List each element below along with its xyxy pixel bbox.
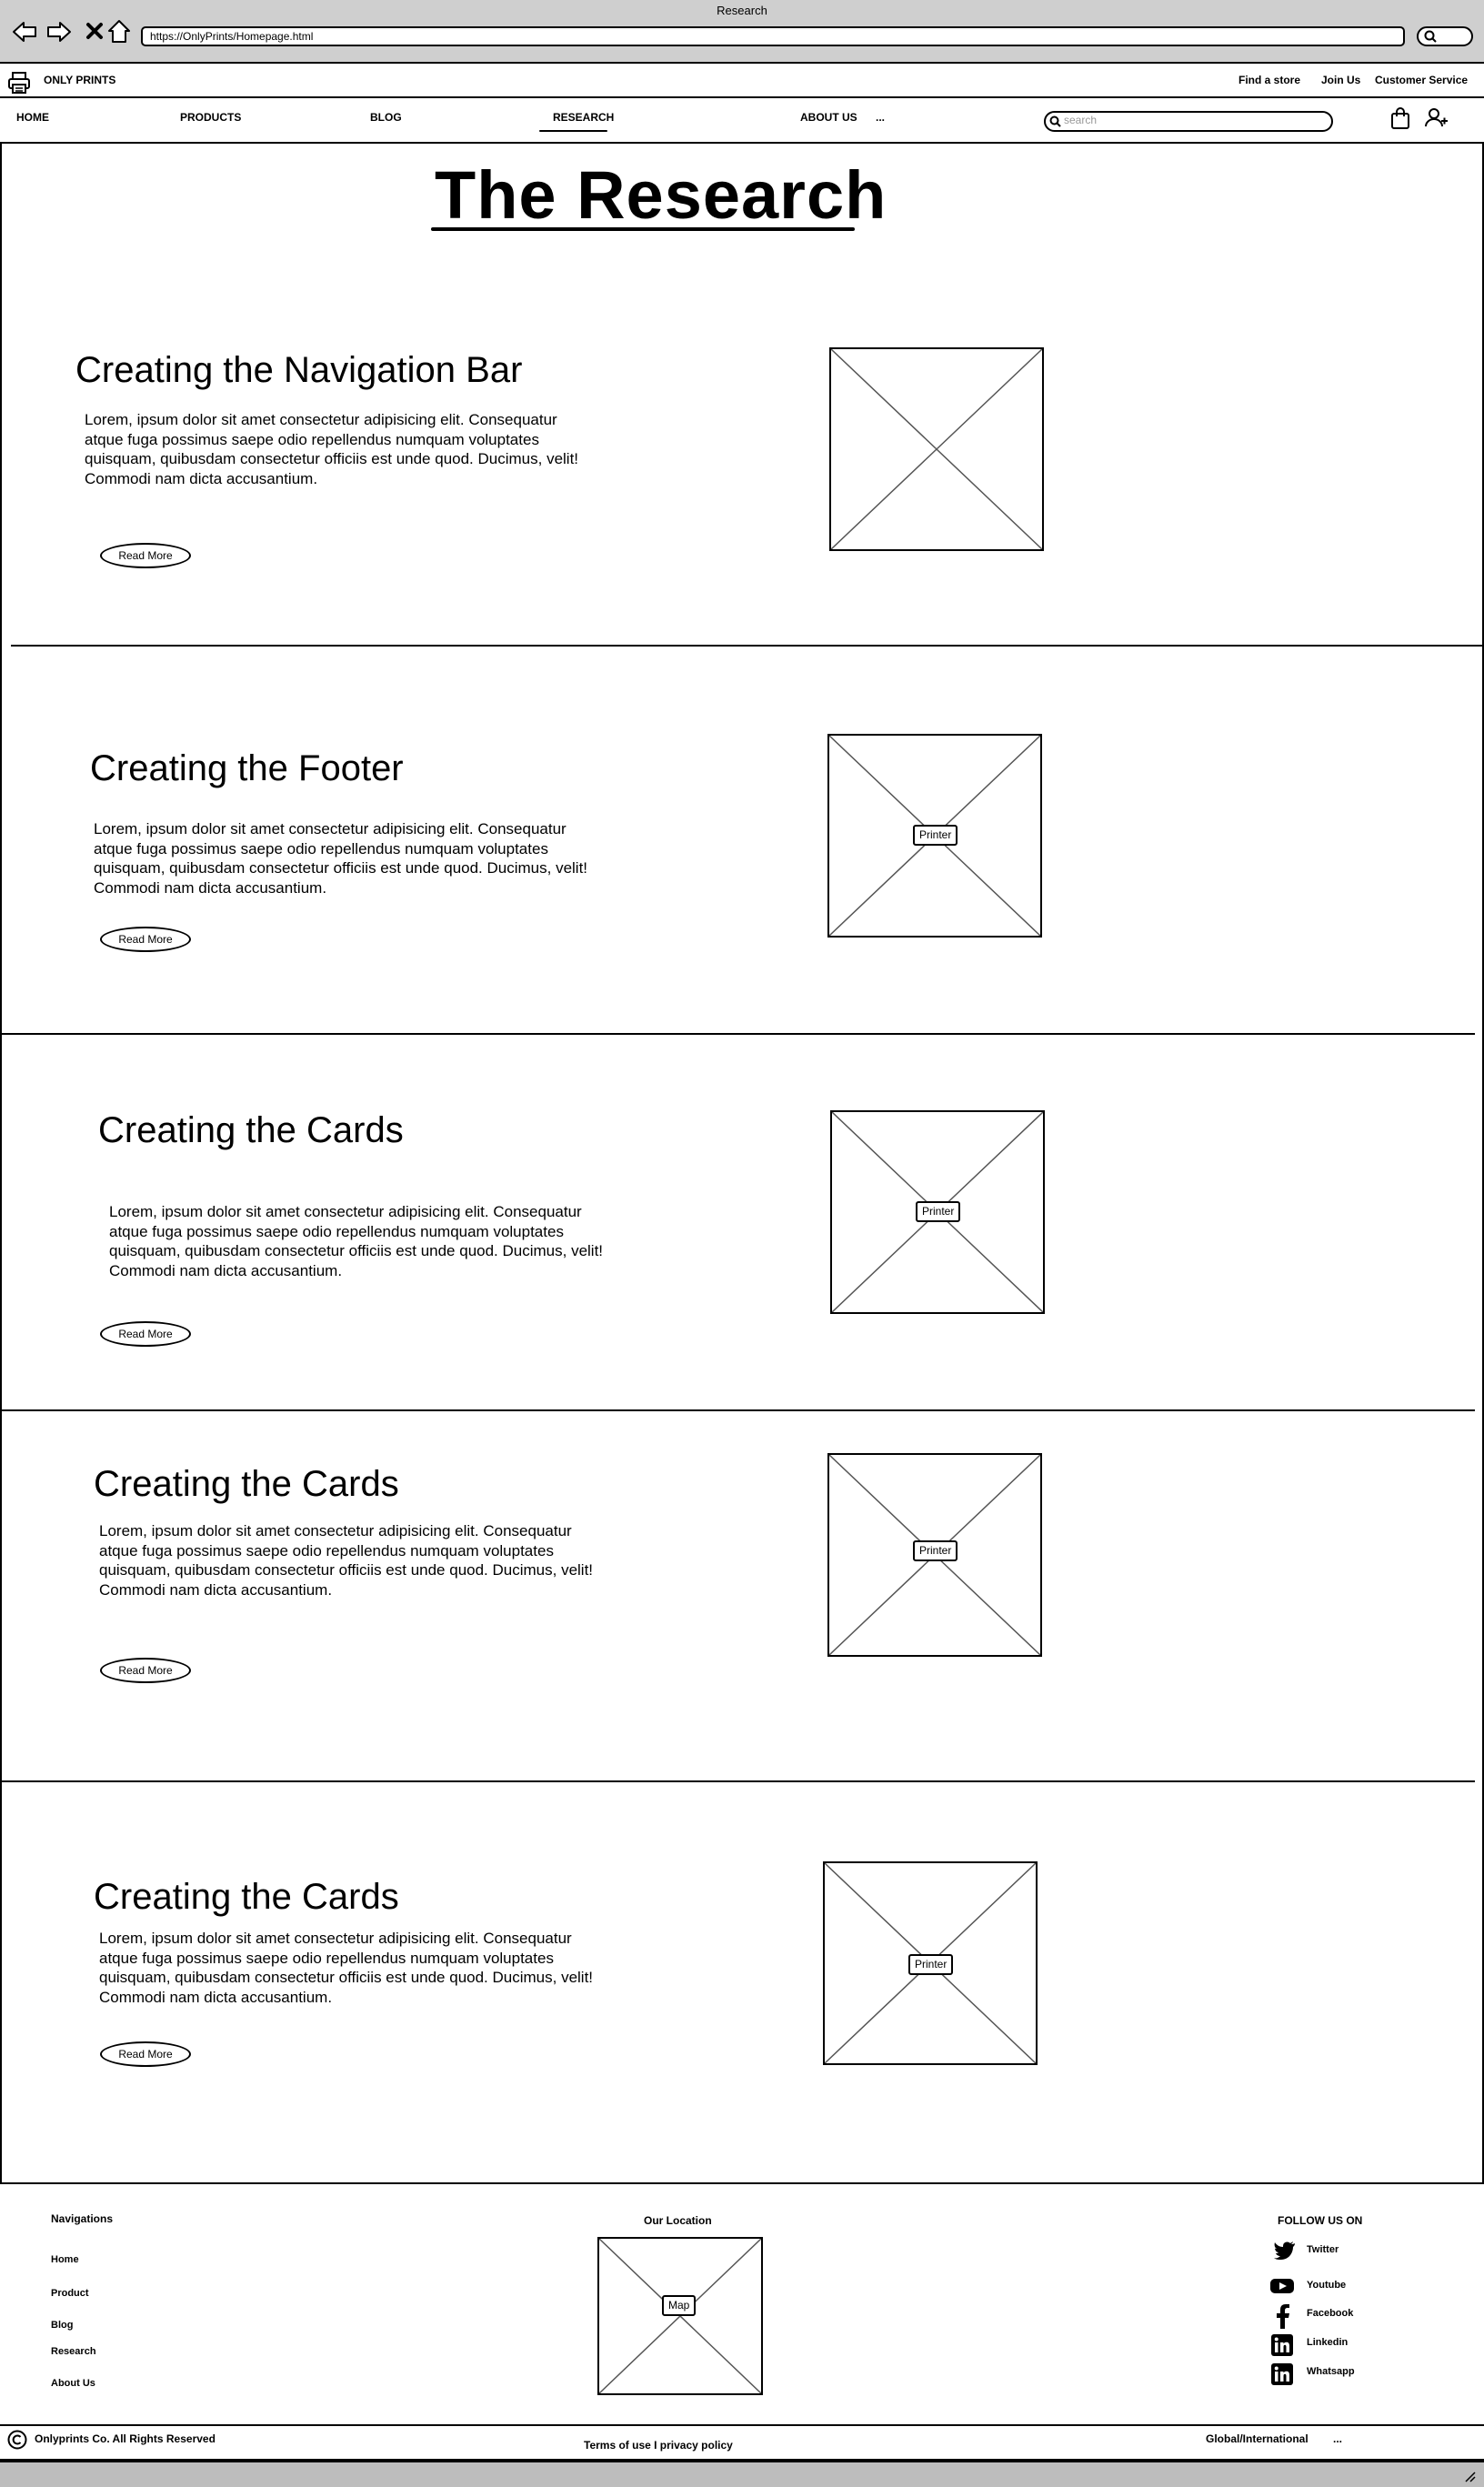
nav-active-underline bbox=[539, 130, 607, 132]
account-icon[interactable] bbox=[1424, 106, 1449, 130]
social-label-linkedin[interactable]: Linkedin bbox=[1307, 2337, 1348, 2348]
facebook-icon[interactable] bbox=[1273, 2303, 1293, 2329]
join-us-link[interactable]: Join Us bbox=[1321, 74, 1360, 86]
window-title: Research bbox=[717, 4, 767, 17]
section-divider bbox=[0, 1409, 1475, 1411]
linkedin-icon[interactable] bbox=[1271, 2334, 1293, 2356]
section-title: Creating the Cards bbox=[94, 1464, 399, 1504]
image-placeholder: Printer bbox=[827, 1453, 1042, 1657]
social-label-youtube[interactable]: Youtube bbox=[1307, 2280, 1346, 2291]
footer-nav-heading: Navigations bbox=[51, 2212, 114, 2225]
image-placeholder: Printer bbox=[823, 1861, 1038, 2065]
search-icon bbox=[1049, 115, 1061, 127]
back-icon[interactable] bbox=[11, 18, 38, 45]
image-placeholder: Printer bbox=[830, 1110, 1045, 1314]
printer-logo-icon[interactable] bbox=[7, 71, 31, 95]
section-divider bbox=[11, 645, 1484, 647]
section-body: Lorem, ipsum dolor sit amet consectetur … bbox=[94, 820, 588, 897]
section-title: Creating the Navigation Bar bbox=[75, 350, 523, 390]
footer-link-product[interactable]: Product bbox=[51, 2288, 89, 2299]
nav-item-research[interactable]: RESEARCH bbox=[553, 111, 614, 124]
copyright-text: Onlyprints Co. All Rights Reserved bbox=[35, 2432, 216, 2445]
read-more-button[interactable]: Read More bbox=[100, 1658, 191, 1683]
nav-more-menu[interactable]: ... bbox=[876, 111, 885, 124]
section-divider bbox=[0, 1780, 1475, 1782]
forward-icon[interactable] bbox=[45, 18, 73, 45]
read-more-button[interactable]: Read More bbox=[100, 2041, 191, 2067]
find-store-link[interactable]: Find a store bbox=[1238, 74, 1300, 86]
page-title: The Research bbox=[435, 157, 887, 233]
footer-link-research[interactable]: Research bbox=[51, 2346, 96, 2357]
search-placeholder: search bbox=[1064, 114, 1098, 126]
linkedin-icon[interactable] bbox=[1271, 2363, 1293, 2385]
nav-item-about-us[interactable]: ABOUT US bbox=[800, 111, 857, 124]
section-divider bbox=[0, 1033, 1475, 1035]
home-icon[interactable] bbox=[105, 18, 133, 45]
social-label-whatsapp[interactable]: Whatsapp bbox=[1307, 2366, 1355, 2377]
image-placeholder-label: Printer bbox=[908, 1954, 954, 1975]
image-placeholder: Printer bbox=[827, 734, 1042, 938]
footer-link-blog[interactable]: Blog bbox=[51, 2320, 73, 2331]
map-label: Map bbox=[662, 2295, 697, 2316]
footer-link-about-us[interactable]: About Us bbox=[51, 2378, 95, 2389]
title-underline bbox=[431, 227, 855, 231]
browser-search-field[interactable] bbox=[1417, 26, 1473, 46]
copyright-icon bbox=[7, 2430, 27, 2450]
section-title: Creating the Cards bbox=[98, 1110, 404, 1150]
read-more-button[interactable]: Read More bbox=[100, 1321, 191, 1347]
nav-item-products[interactable]: PRODUCTS bbox=[180, 111, 241, 124]
youtube-icon[interactable] bbox=[1269, 2277, 1295, 2295]
section-title: Creating the Footer bbox=[90, 748, 404, 788]
read-more-button[interactable]: Read More bbox=[100, 927, 191, 952]
search-icon bbox=[1424, 30, 1437, 43]
bottom-more-menu[interactable]: ... bbox=[1333, 2432, 1342, 2445]
url-bar[interactable]: https://OnlyPrints/Homepage.html bbox=[141, 26, 1405, 46]
image-placeholder-label: Printer bbox=[913, 1540, 958, 1561]
image-placeholder bbox=[829, 347, 1044, 551]
section-body: Lorem, ipsum dolor sit amet consectetur … bbox=[99, 1522, 594, 1599]
footer-follow-heading: FOLLOW US ON bbox=[1278, 2214, 1363, 2227]
customer-service-link[interactable]: Customer Service bbox=[1375, 74, 1468, 86]
section-body: Lorem, ipsum dolor sit amet consectetur … bbox=[109, 1203, 604, 1279]
shopping-bag-icon[interactable] bbox=[1389, 106, 1411, 130]
social-label-twitter[interactable]: Twitter bbox=[1307, 2244, 1339, 2255]
region-selector[interactable]: Global/International bbox=[1206, 2432, 1309, 2445]
map-placeholder[interactable]: Map bbox=[597, 2237, 763, 2395]
section-body: Lorem, ipsum dolor sit amet consectetur … bbox=[85, 411, 579, 487]
status-bar bbox=[0, 2461, 1484, 2487]
brand-name[interactable]: ONLY PRINTS bbox=[44, 74, 115, 86]
social-label-facebook[interactable]: Facebook bbox=[1307, 2308, 1353, 2319]
nav-item-blog[interactable]: BLOG bbox=[370, 111, 402, 124]
resize-handle-icon[interactable] bbox=[1462, 2469, 1477, 2483]
section-title: Creating the Cards bbox=[94, 1877, 399, 1917]
footer-link-home[interactable]: Home bbox=[51, 2254, 79, 2265]
twitter-icon[interactable] bbox=[1273, 2240, 1297, 2261]
section-body: Lorem, ipsum dolor sit amet consectetur … bbox=[99, 1930, 594, 2006]
nav-item-home[interactable]: HOME bbox=[16, 111, 49, 124]
image-placeholder-label: Printer bbox=[913, 825, 958, 846]
read-more-button[interactable]: Read More bbox=[100, 543, 191, 568]
legal-links[interactable]: Terms of use I privacy policy bbox=[584, 2439, 733, 2452]
footer-location-heading: Our Location bbox=[644, 2214, 712, 2227]
image-placeholder-label: Printer bbox=[916, 1201, 961, 1222]
